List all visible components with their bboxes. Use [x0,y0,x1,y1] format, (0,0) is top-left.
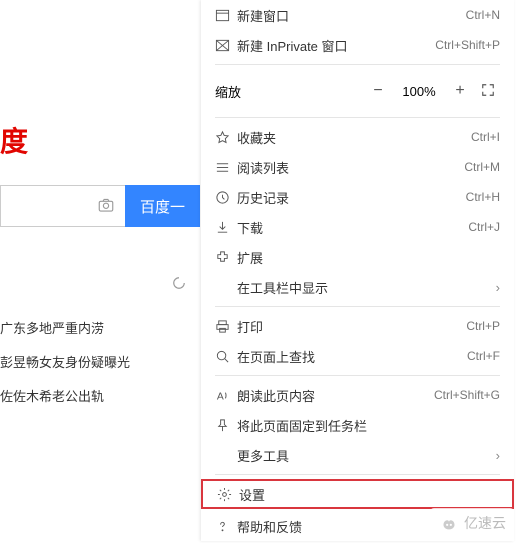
hot-search-list: 广东多地严重内涝 彭昱畅女友身份疑曝光 佐佐木希老公出轨 [0,312,130,414]
menu-item-pin-taskbar[interactable]: 将此页面固定到任务栏 [201,410,514,440]
menu-divider [215,117,500,118]
zoom-value: 100% [394,84,444,99]
search-button[interactable]: 百度一 [125,185,200,227]
menu-item-new-window[interactable]: 新建窗口 Ctrl+N [201,0,514,30]
star-icon [215,130,237,145]
menu-zoom-row: 缩放 − 100% + [201,69,514,113]
menu-label: 历史记录 [237,188,466,207]
window-icon [215,8,237,23]
inprivate-icon [215,38,237,53]
zoom-label: 缩放 [215,82,362,101]
extensions-icon [215,250,237,265]
menu-shortcut: Ctrl+H [466,190,500,204]
read-aloud-icon: A [215,388,237,403]
search-input[interactable] [0,185,125,227]
menu-label: 阅读列表 [237,158,464,177]
chevron-right-icon: › [496,280,500,295]
zoom-in-button[interactable]: + [444,82,476,100]
zoom-out-button[interactable]: − [362,82,394,100]
menu-item-settings[interactable]: 设置 [201,479,514,509]
menu-label: 更多工具 [237,446,496,465]
menu-shortcut: Ctrl+Shift+P [435,38,500,52]
menu-item-favorites[interactable]: 收藏夹 Ctrl+I [201,122,514,152]
menu-item-more-tools[interactable]: 更多工具 › [201,440,514,470]
svg-text:A: A [217,391,224,402]
menu-item-reading-list[interactable]: 阅读列表 Ctrl+M [201,152,514,182]
menu-label: 朗读此页内容 [237,386,434,405]
menu-label: 新建 InPrivate 窗口 [237,36,435,55]
download-icon [215,220,237,235]
search-icon [215,349,237,364]
list-item[interactable]: 佐佐木希老公出轨 [0,380,130,414]
gear-icon [217,487,239,502]
help-icon [215,519,237,534]
fullscreen-icon[interactable] [476,83,500,100]
menu-item-extensions[interactable]: 扩展 [201,242,514,272]
reading-list-icon [215,160,237,175]
menu-label: 将此页面固定到任务栏 [237,416,500,435]
menu-divider [215,306,500,307]
list-item[interactable]: 彭昱畅女友身份疑曝光 [0,346,130,380]
menu-label: 新建窗口 [237,6,466,25]
menu-label: 扩展 [237,248,500,267]
menu-shortcut: Ctrl+Shift+G [434,388,500,402]
menu-label: 收藏夹 [237,128,471,147]
menu-item-find[interactable]: 在页面上查找 Ctrl+F [201,341,514,371]
print-icon [215,319,237,334]
loading-spinner [172,276,186,293]
menu-divider [215,64,500,65]
menu-label: 设置 [239,485,498,504]
menu-item-downloads[interactable]: 下载 Ctrl+J [201,212,514,242]
baidu-logo-fragment: 度 [0,120,28,160]
watermark-text: 亿速云 [464,513,506,533]
menu-shortcut: Ctrl+N [466,8,500,22]
watermark: 亿速云 [430,508,514,538]
menu-shortcut: Ctrl+I [471,130,500,144]
chevron-right-icon: › [496,448,500,463]
search-bar: 百度一 [0,185,200,227]
menu-item-history[interactable]: 历史记录 Ctrl+H [201,182,514,212]
menu-item-new-inprivate[interactable]: 新建 InPrivate 窗口 Ctrl+Shift+P [201,30,514,60]
menu-label: 在页面上查找 [237,347,467,366]
menu-item-print[interactable]: 打印 Ctrl+P [201,311,514,341]
menu-shortcut: Ctrl+F [467,349,500,363]
menu-divider [215,375,500,376]
menu-shortcut: Ctrl+P [466,319,500,333]
history-icon [215,190,237,205]
menu-divider [215,474,500,475]
menu-item-read-aloud[interactable]: A 朗读此页内容 Ctrl+Shift+G [201,380,514,410]
menu-label: 打印 [237,317,466,336]
list-item[interactable]: 广东多地严重内涝 [0,312,130,346]
menu-label: 在工具栏中显示 [237,278,496,297]
browser-menu: 新建窗口 Ctrl+N 新建 InPrivate 窗口 Ctrl+Shift+P… [201,0,514,541]
menu-label: 下载 [237,218,468,237]
menu-item-show-in-toolbar[interactable]: 在工具栏中显示 › [201,272,514,302]
pin-icon [215,418,237,433]
menu-shortcut: Ctrl+J [468,220,500,234]
menu-shortcut: Ctrl+M [464,160,500,174]
camera-icon[interactable] [97,196,115,217]
